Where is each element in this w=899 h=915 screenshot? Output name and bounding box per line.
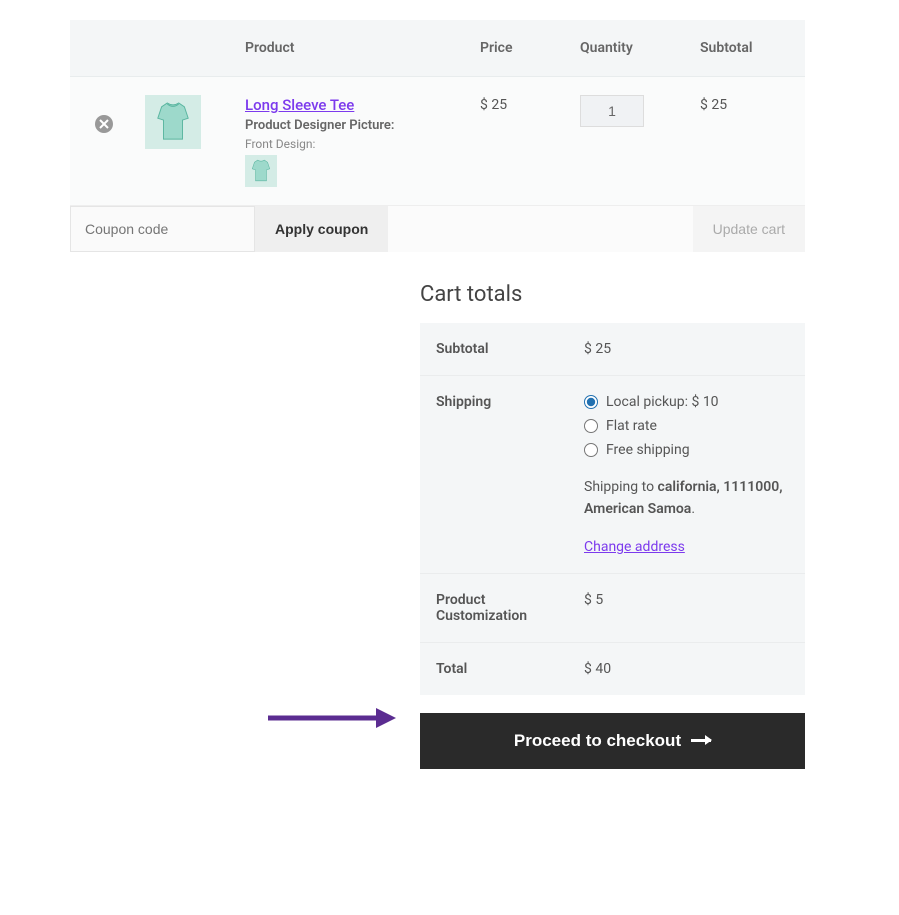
shipping-radio-free-shipping[interactable]	[584, 443, 598, 457]
cart-totals-section: Cart totals Subtotal $ 25 Shipping Local…	[420, 282, 805, 769]
total-label: Total	[420, 643, 580, 695]
quantity-input[interactable]	[580, 95, 644, 127]
cart-actions-row: Apply coupon Update cart	[70, 205, 805, 252]
shipping-option-label: Local pickup: $ 10	[606, 394, 719, 410]
cart-item-row: Long Sleeve Tee Product Designer Picture…	[70, 77, 805, 205]
shirt-icon	[250, 159, 272, 183]
checkout-button-label: Proceed to checkout	[514, 731, 681, 751]
remove-item-button[interactable]	[95, 115, 113, 133]
subtotal-value: $ 25	[580, 323, 805, 375]
proceed-to-checkout-button[interactable]: Proceed to checkout	[420, 713, 805, 769]
coupon-code-input[interactable]	[70, 206, 255, 252]
shipping-option-free-shipping[interactable]: Free shipping	[584, 442, 805, 458]
product-name-link[interactable]: Long Sleeve Tee	[245, 96, 354, 114]
annotation-arrow-icon	[268, 706, 398, 730]
apply-coupon-button[interactable]: Apply coupon	[255, 206, 388, 252]
cart-table: Product Price Quantity Subtotal Long Sle…	[70, 20, 805, 205]
update-cart-button[interactable]: Update cart	[693, 206, 805, 252]
product-designer-label: Product Designer Picture:	[245, 118, 480, 133]
cart-totals-table: Subtotal $ 25 Shipping Local pickup: $ 1…	[420, 323, 805, 695]
shipping-option-flat-rate[interactable]: Flat rate	[584, 418, 805, 434]
shipping-options: Local pickup: $ 10 Flat rate Free shippi…	[584, 394, 805, 458]
shipping-radio-local-pickup[interactable]	[584, 395, 598, 409]
front-design-label: Front Design:	[245, 137, 480, 151]
header-price: Price	[480, 40, 580, 56]
header-quantity: Quantity	[580, 40, 700, 56]
subtotal-label: Subtotal	[420, 323, 580, 375]
shipping-radio-flat-rate[interactable]	[584, 419, 598, 433]
shipping-destination: Shipping to california, 1111000, America…	[584, 476, 805, 521]
item-price: $ 25	[480, 95, 580, 113]
product-thumbnail[interactable]	[145, 95, 201, 149]
close-icon	[99, 119, 109, 129]
product-customization-value: $ 5	[580, 574, 805, 642]
change-address-link[interactable]: Change address	[584, 539, 685, 555]
shipping-label: Shipping	[420, 376, 580, 573]
shipping-option-local-pickup[interactable]: Local pickup: $ 10	[584, 394, 805, 410]
cart-totals-title: Cart totals	[420, 282, 805, 307]
cart-header-row: Product Price Quantity Subtotal	[70, 20, 805, 77]
shipping-option-label: Flat rate	[606, 418, 657, 434]
shipping-option-label: Free shipping	[606, 442, 690, 458]
shirt-icon	[154, 101, 192, 143]
total-value: $ 40	[580, 643, 805, 695]
header-product: Product	[240, 40, 480, 56]
item-subtotal: $ 25	[700, 95, 800, 113]
header-subtotal: Subtotal	[700, 40, 800, 56]
product-customization-label: Product Customization	[420, 574, 580, 642]
arrow-right-icon	[691, 739, 711, 742]
front-design-thumbnail	[245, 155, 277, 187]
